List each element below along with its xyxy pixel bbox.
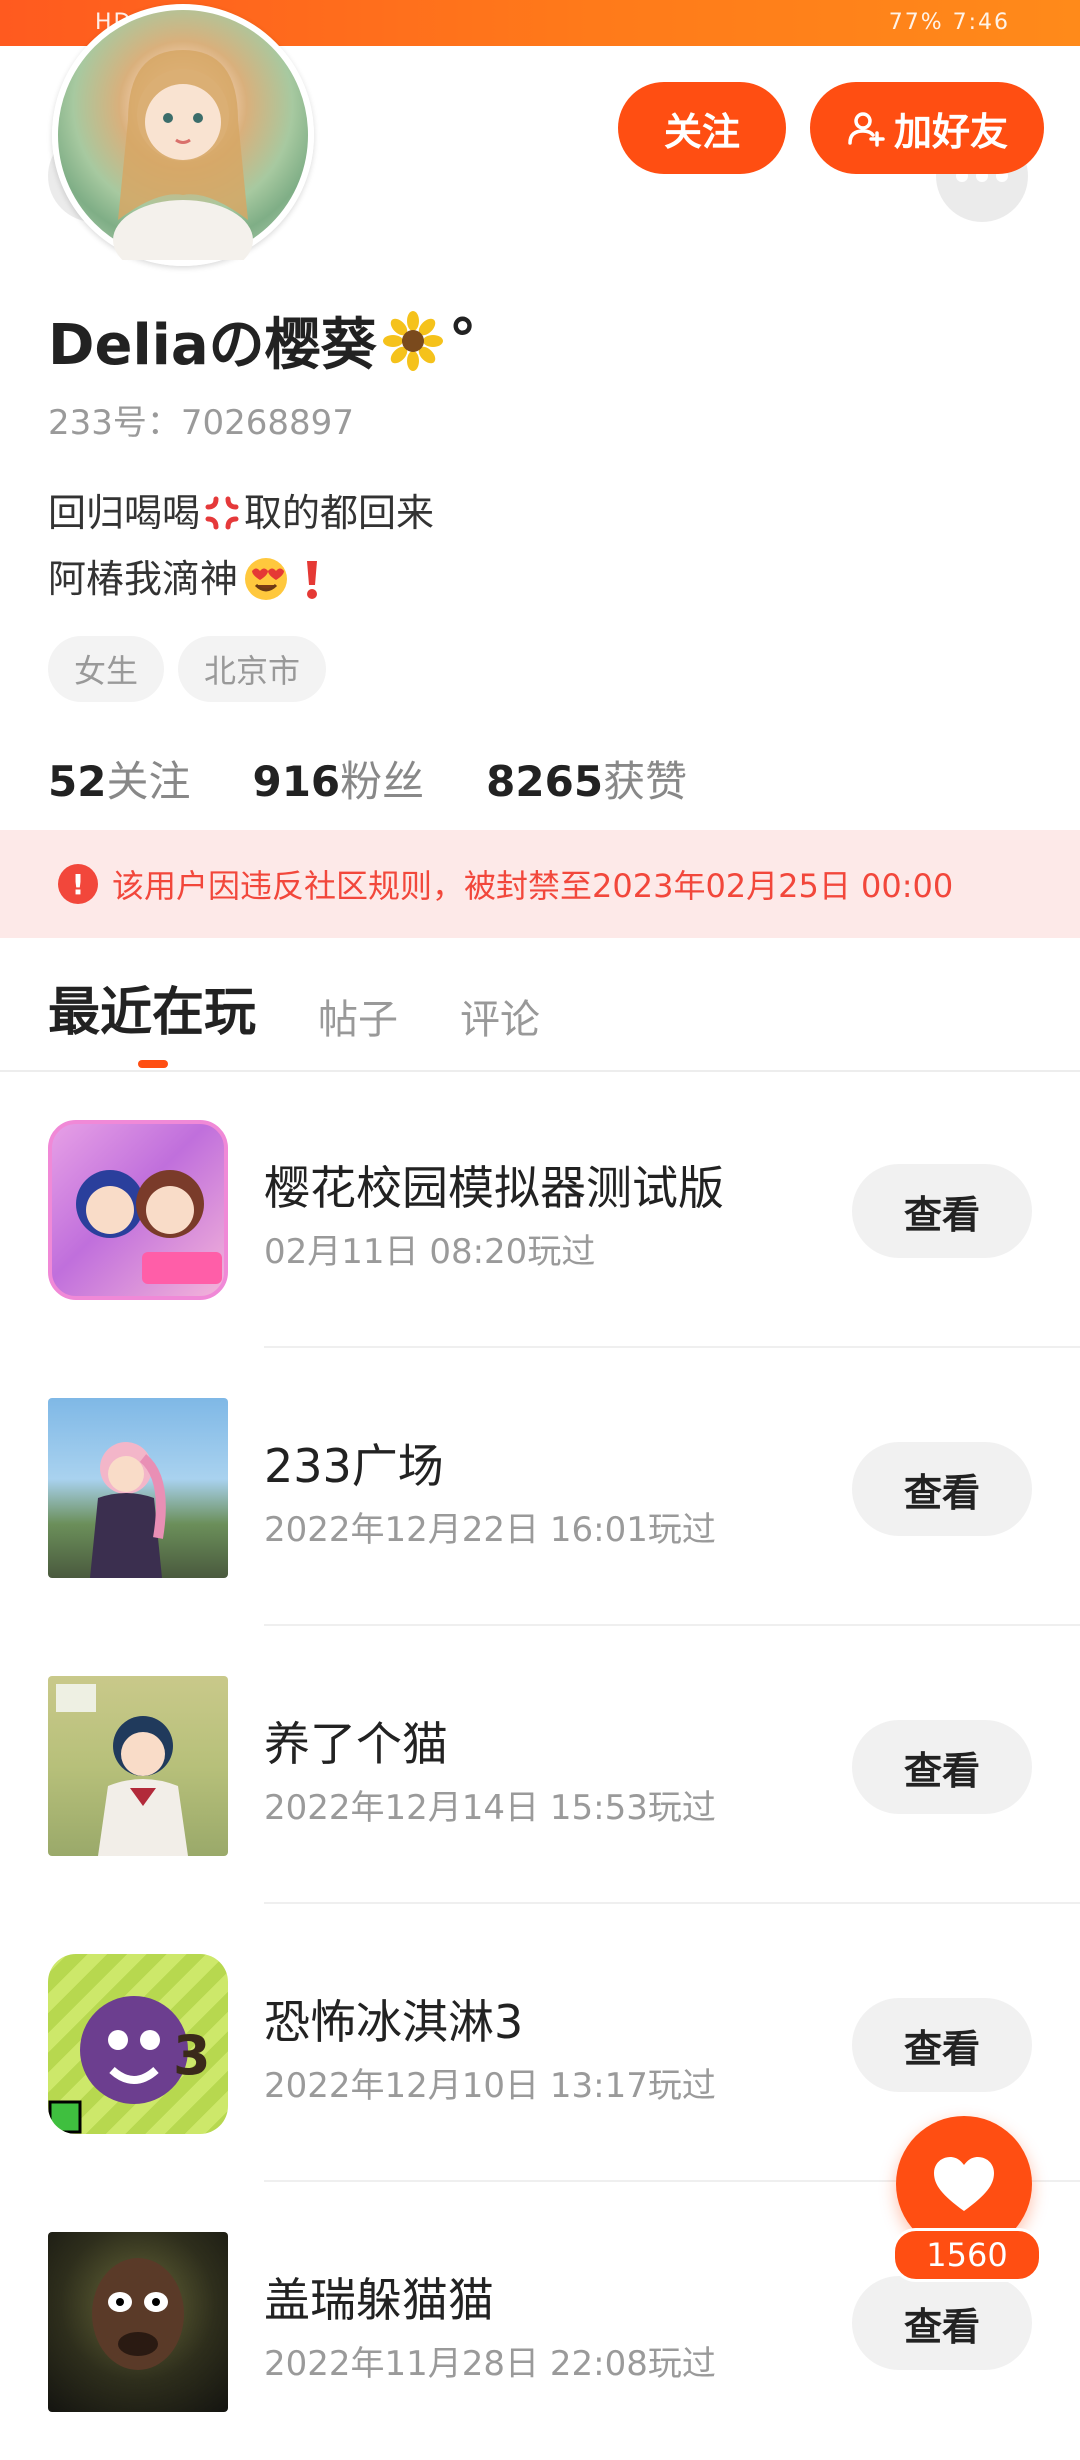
tab-indicator xyxy=(138,1060,168,1068)
game-name: 恐怖冰淇淋3 xyxy=(264,1995,524,2049)
game-icon-233-plaza xyxy=(48,1398,228,1578)
bio-line-2-text: 阿椿我滴神 xyxy=(48,557,239,601)
sunflower-icon xyxy=(382,310,443,371)
stat-likes-label: 获赞 xyxy=(603,757,688,806)
list-item[interactable]: 樱花校园模拟器测试版 02月11日 08:20玩过 查看 xyxy=(0,1070,1080,1348)
view-button[interactable]: 查看 xyxy=(852,1720,1032,1814)
bio-line-1-text: 回归喝喝 xyxy=(48,491,201,535)
stat-fans-value: 916 xyxy=(252,757,341,806)
game-icon-garry-hide-and-seek xyxy=(48,2232,228,2412)
view-label: 查看 xyxy=(903,1748,980,1793)
tab-posts[interactable]: 帖子 xyxy=(318,987,398,1045)
bio-line-1-tail: 取的都回来 xyxy=(244,491,435,535)
view-label: 查看 xyxy=(903,1470,980,1515)
game-name: 233广场 xyxy=(264,1439,444,1493)
game-time: 2022年12月22日 16:01玩过 xyxy=(264,1510,716,1550)
add-user-icon xyxy=(848,112,885,147)
game-icon-raise-a-cat xyxy=(48,1676,228,1856)
ban-notice: ! 该用户因违反社区规则，被封禁至2023年02月25日 00:00 xyxy=(0,830,1080,938)
tab-bar: 最近在玩 帖子 评论 xyxy=(48,970,540,1045)
tag-list: 女生 北京市 xyxy=(48,636,327,702)
stat-following-value: 52 xyxy=(48,757,107,806)
svg-text:3: 3 xyxy=(173,2024,211,2087)
view-label: 查看 xyxy=(903,1192,980,1237)
heart-icon xyxy=(934,2157,994,2211)
game-name: 养了个猫 xyxy=(264,1717,448,1771)
avatar[interactable] xyxy=(52,4,314,280)
tag-gender: 女生 xyxy=(48,636,165,702)
stat-following[interactable]: 52关注 xyxy=(48,748,190,809)
view-button[interactable]: 查看 xyxy=(852,2276,1032,2370)
nickname-suffix: ° xyxy=(448,308,477,373)
game-time: 02月11日 08:20玩过 xyxy=(264,1232,596,1272)
game-icon-ice-scream-3: 3 xyxy=(48,1954,228,2134)
list-item[interactable]: 养了个猫 2022年12月14日 15:53玩过 查看 xyxy=(0,1626,1080,1904)
stat-likes-value: 8265 xyxy=(486,757,604,806)
game-name: 盖瑞躲猫猫 xyxy=(264,2273,494,2327)
exclamation-icon xyxy=(307,561,318,599)
list-item[interactable]: 233广场 2022年12月22日 16:01玩过 查看 xyxy=(0,1348,1080,1626)
view-button[interactable]: 查看 xyxy=(852,1998,1032,2092)
add-friend-label: 加好友 xyxy=(893,109,1008,154)
stat-following-label: 关注 xyxy=(106,757,191,806)
bio: 回归喝喝 取的都回来 阿椿我滴神 xyxy=(48,480,434,612)
view-label: 查看 xyxy=(903,2304,980,2349)
view-button[interactable]: 查看 xyxy=(852,1442,1032,1536)
game-icon-sakura-school xyxy=(48,1120,228,1300)
game-time: 2022年11月28日 22:08玩过 xyxy=(264,2344,716,2384)
status-right: 77% 7:46 xyxy=(888,10,1010,35)
view-button[interactable]: 查看 xyxy=(852,1164,1032,1258)
game-time: 2022年12月10日 13:17玩过 xyxy=(264,2066,716,2106)
follow-label: 关注 xyxy=(663,109,740,154)
stat-fans[interactable]: 916粉丝 xyxy=(252,748,424,809)
avatar-illustration xyxy=(113,50,253,280)
user-id: 233号：70268897 xyxy=(48,403,354,443)
stat-likes: 8265获赞 xyxy=(486,748,687,809)
ban-notice-text: 该用户因违反社区规则，被封禁至2023年02月25日 00:00 xyxy=(112,867,954,905)
game-time: 2022年12月14日 15:53玩过 xyxy=(264,1788,716,1828)
follow-button[interactable]: 关注 xyxy=(618,82,786,174)
heart-eyes-emoji-icon xyxy=(245,558,288,600)
stats-row: 52关注 916粉丝 8265获赞 xyxy=(48,748,687,809)
bio-line-2: 阿椿我滴神 xyxy=(48,546,434,612)
bio-line-1: 回归喝喝 取的都回来 xyxy=(48,480,434,546)
nickname-text: Deliaの樱葵 xyxy=(48,313,377,378)
nickname: Deliaの樱葵 ° xyxy=(48,300,477,381)
warning-icon: ! xyxy=(58,864,98,904)
tag-location: 北京市 xyxy=(178,636,327,702)
tab-recent-games[interactable]: 最近在玩 xyxy=(48,970,256,1045)
tab-comments[interactable]: 评论 xyxy=(460,987,540,1045)
like-count-badge: 1560 xyxy=(892,2228,1042,2282)
anger-symbol-icon xyxy=(205,496,239,530)
stat-fans-label: 粉丝 xyxy=(340,757,425,806)
game-name: 樱花校园模拟器测试版 xyxy=(264,1161,724,1215)
add-friend-button[interactable]: 加好友 xyxy=(810,82,1044,174)
view-label: 查看 xyxy=(903,2026,980,2071)
